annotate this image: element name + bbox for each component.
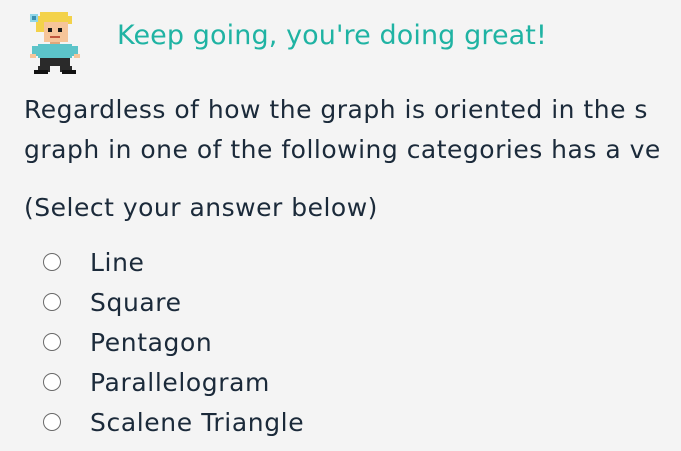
option-label: Square: [90, 287, 182, 317]
option-label: Scalene Triangle: [90, 407, 305, 437]
radio-button[interactable]: [43, 253, 61, 271]
option-label: Pentagon: [90, 327, 213, 357]
answer-instruction: (Select your answer below): [24, 193, 378, 222]
option-label: Line: [90, 247, 145, 277]
option-scalene-triangle[interactable]: Scalene Triangle: [40, 402, 304, 442]
option-pentagon[interactable]: Pentagon: [40, 322, 212, 362]
pixel-character-icon: [26, 10, 84, 74]
radio-button[interactable]: [43, 293, 61, 311]
radio-button[interactable]: [43, 333, 61, 351]
option-line[interactable]: Line: [40, 242, 145, 282]
option-square[interactable]: Square: [40, 282, 182, 322]
question-line-1: Regardless of how the graph is oriented …: [24, 95, 648, 124]
radio-button[interactable]: [43, 413, 61, 431]
radio-button[interactable]: [43, 373, 61, 391]
option-label: Parallelogram: [90, 367, 271, 397]
question-line-2: graph in one of the following categories…: [24, 135, 661, 164]
option-parallelogram[interactable]: Parallelogram: [40, 362, 270, 402]
encouragement-message: Keep going, you're doing great!: [117, 20, 547, 51]
question-text: Regardless of how the graph is oriented …: [24, 90, 681, 170]
